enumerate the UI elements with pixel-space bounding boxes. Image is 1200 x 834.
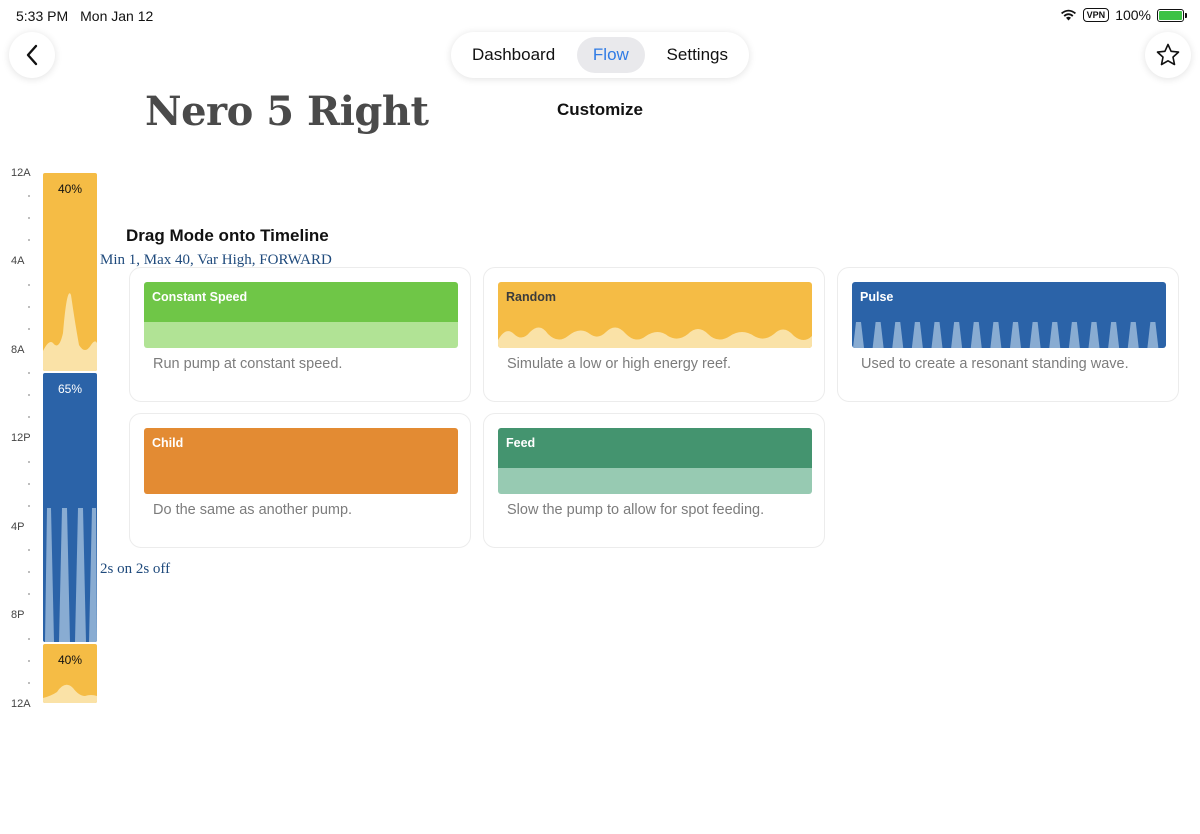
pulse-tooth [1108, 322, 1120, 348]
tick-label: 4P [11, 521, 25, 533]
pulse-tooth [1147, 322, 1159, 348]
pulse-tooth [951, 322, 963, 348]
status-date: Mon Jan 12 [80, 8, 154, 24]
mode-card-child[interactable]: Child Do the same as another pump. [129, 413, 471, 548]
wifi-icon [1060, 9, 1076, 21]
mode-description: Slow the pump to allow for spot feeding. [507, 502, 765, 518]
pulse-tooth [1029, 322, 1041, 348]
tick-dot [28, 659, 30, 662]
mode-description: Simulate a low or high energy reef. [507, 356, 732, 372]
section-tabs: Dashboard Flow Settings [451, 32, 749, 78]
preview-bottom [498, 468, 812, 494]
pump-title: Nero 5 Right [145, 88, 429, 135]
battery-icon [1157, 8, 1187, 22]
tick-label: 8P [11, 609, 25, 621]
tick-dot [28, 195, 30, 198]
tick-label: 12P [11, 432, 31, 444]
tick-dot [28, 217, 30, 220]
pulse-tooth [1068, 322, 1080, 348]
back-button[interactable] [9, 32, 55, 78]
battery-percent: 100% [1115, 7, 1151, 23]
mode-description: Used to create a resonant standing wave. [861, 356, 1129, 372]
mode-preview: Random [498, 282, 812, 348]
tick-dot [28, 460, 30, 463]
tick-dot [28, 571, 30, 574]
mode-preview: Pulse [852, 282, 1166, 348]
tick-dot [28, 416, 30, 419]
mode-name: Child [152, 436, 184, 450]
tick-dot [28, 681, 30, 684]
star-icon [1156, 43, 1180, 66]
tick-dot [28, 637, 30, 640]
segment-percent: 65% [57, 382, 83, 396]
status-time: 5:33 PM [16, 8, 69, 24]
mode-preview: Child [144, 428, 458, 494]
pulse-tooth [970, 322, 982, 348]
tick-label: 12A [11, 167, 31, 179]
tick-dot [28, 549, 30, 552]
pulse-tooth [892, 322, 904, 348]
pulse-wave-graphic [853, 322, 1159, 348]
segment-percent: 40% [57, 182, 83, 196]
tick-dot [28, 394, 30, 397]
favorite-button[interactable] [1145, 32, 1191, 78]
mode-card-pulse[interactable]: Pulse Used to create a resonant standing… [837, 267, 1179, 402]
tab-settings[interactable]: Settings [651, 37, 744, 73]
pulse-tooth [990, 322, 1002, 348]
mode-description: Do the same as another pump. [153, 502, 353, 518]
mode-preview: Constant Speed [144, 282, 458, 348]
tick-dot [28, 239, 30, 242]
tab-dashboard[interactable]: Dashboard [456, 37, 571, 73]
tick-dot [28, 372, 30, 375]
mode-card-feed[interactable]: Feed Slow the pump to allow for spot fee… [483, 413, 825, 548]
tick-dot [28, 504, 30, 507]
pulse-tooth [853, 322, 864, 348]
pulse-tooth [1010, 322, 1021, 348]
pulse-tooth [931, 322, 943, 348]
pulse-tooth [1088, 322, 1100, 348]
segment-note-pulse: 2s on 2s off [100, 561, 171, 577]
mode-preview: Feed [498, 428, 812, 494]
timeline-segment-random[interactable]: 40% [43, 644, 97, 703]
chevron-left-icon [26, 44, 38, 66]
mode-card-random[interactable]: Random Simulate a low or high energy ree… [483, 267, 825, 402]
modes-heading: Drag Mode onto Timeline [126, 226, 329, 245]
random-wave-graphic [43, 173, 97, 371]
tick-label: 8A [11, 344, 25, 356]
preview-top [144, 428, 458, 494]
pulse-tooth [872, 322, 884, 348]
tick-dot [28, 283, 30, 286]
tick-label: 4A [11, 255, 25, 267]
timeline-segment-random[interactable]: 40% [43, 173, 97, 371]
pulse-tooth [911, 322, 923, 348]
pulse-tooth [1049, 322, 1061, 348]
tick-dot [28, 593, 30, 596]
status-bar-left: 5:33 PM Mon Jan 12 [16, 8, 153, 24]
tick-dot [28, 327, 30, 330]
status-bar-right: VPN 100% [1060, 7, 1187, 23]
vpn-badge: VPN [1082, 8, 1110, 22]
pulse-wave-graphic [43, 373, 97, 642]
mode-name: Feed [506, 436, 536, 450]
mode-description: Run pump at constant speed. [153, 356, 343, 372]
mode-name: Constant Speed [152, 290, 248, 304]
mode-name: Random [506, 290, 556, 304]
segment-percent: 40% [57, 653, 83, 667]
tick-label: 12A [11, 698, 31, 710]
tick-dot [28, 305, 30, 308]
preview-bottom [144, 322, 458, 348]
mode-card-constant-speed[interactable]: Constant Speed Run pump at constant spee… [129, 267, 471, 402]
mode-name: Pulse [860, 290, 894, 304]
timeline-segment-pulse[interactable]: 65% [43, 373, 97, 642]
pulse-tooth [1127, 322, 1139, 348]
tick-dot [28, 482, 30, 485]
preview-top [498, 428, 812, 468]
tab-flow[interactable]: Flow [576, 37, 645, 73]
